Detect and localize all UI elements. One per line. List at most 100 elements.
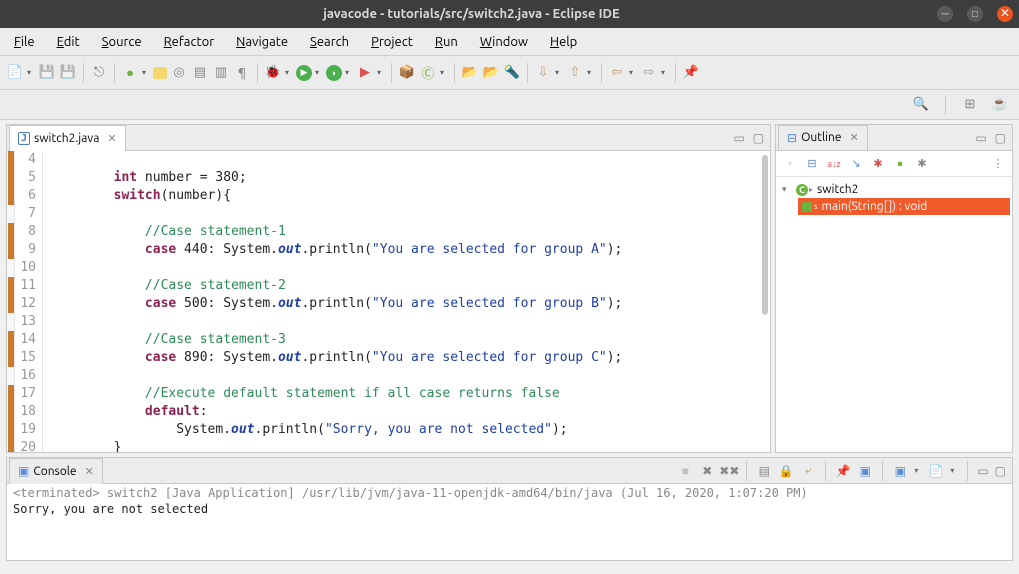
hide-nonpublic-icon[interactable]: ● [892,156,908,172]
close-button[interactable]: ✕ [997,6,1013,22]
maximize-pane-icon[interactable]: ▢ [995,464,1006,478]
new-class-icon[interactable]: Ⓒ [419,64,437,82]
maximize-pane-icon[interactable]: ▢ [995,131,1006,145]
dropdown-icon[interactable]: ▾ [345,68,353,77]
pilcrow-icon[interactable]: ¶ [233,64,251,82]
hide-fields-icon[interactable]: ↘ [848,156,864,172]
code-line[interactable] [51,151,770,169]
highlight-icon[interactable] [153,67,167,79]
link-icon[interactable]: ⎋ [90,64,108,82]
debug-icon[interactable]: 🐞 [264,64,282,82]
pin-console-icon[interactable]: 📌 [835,463,851,479]
search-icon[interactable]: 🔦 [503,64,521,82]
code-line[interactable]: //Execute default statement if all case … [51,385,770,403]
open-type-icon[interactable]: 📂 [461,64,479,82]
outline-class-node[interactable]: ▾ C ▸ switch2 [778,181,1010,198]
minimize-pane-icon[interactable]: ▭ [733,131,744,145]
console-body[interactable]: <terminated> switch2 [Java Application] … [7,484,1012,560]
menu-help[interactable]: Help [540,31,587,53]
code-line[interactable]: case 890: System.out.println("You are se… [51,349,770,367]
toggle-breakpoint-icon[interactable]: ● [121,64,139,82]
block-icon[interactable]: ▤ [191,64,209,82]
dropdown-icon[interactable]: ▾ [285,68,293,77]
terminate-icon[interactable]: ■ [677,463,693,479]
dropdown-icon[interactable]: ▾ [555,68,563,77]
code-line[interactable]: System.out.println("Sorry, you are not s… [51,421,770,439]
menu-file[interactable]: File [4,31,45,53]
save-icon[interactable]: 💾 [38,64,56,82]
code-line[interactable]: case 500: System.out.println("You are se… [51,295,770,313]
menu-navigate[interactable]: Navigate [226,31,298,53]
hide-local-icon[interactable]: ✱ [914,156,930,172]
new-icon[interactable]: 📄 [6,64,24,82]
code-line[interactable] [51,259,770,277]
scrollbar-thumb[interactable] [762,155,768,315]
dropdown-icon[interactable]: ▾ [629,68,637,77]
code-editor[interactable]: 456789101112131415161718192021 int numbe… [7,151,770,452]
run-icon[interactable]: ▶ [296,65,312,81]
code-line[interactable]: default: [51,403,770,421]
dropdown-icon[interactable]: ▾ [377,68,385,77]
next-annotation-icon[interactable]: ⇩ [534,64,552,82]
code-line[interactable] [51,205,770,223]
forward-icon[interactable]: ⇨ [640,64,658,82]
maximize-pane-icon[interactable]: ▢ [753,131,764,145]
menu-refactor[interactable]: Refactor [154,31,225,53]
menu-search[interactable]: Search [300,31,359,53]
outline-method-node[interactable]: s main(String[]) : void [798,198,1010,215]
maximize-button[interactable]: □ [967,6,983,22]
close-tab-icon[interactable]: ✕ [849,131,858,144]
code-line[interactable] [51,313,770,331]
minimize-button[interactable]: ─ [937,6,953,22]
code-line[interactable]: //Case statement-2 [51,277,770,295]
dropdown-icon[interactable]: ▾ [661,68,669,77]
pin-editor-icon[interactable]: 📌 [682,64,700,82]
clear-console-icon[interactable]: ▤ [756,463,772,479]
java-perspective-icon[interactable]: ☕ [991,96,1009,114]
menu-edit[interactable]: Edit [47,31,90,53]
code-line[interactable]: //Case statement-1 [51,223,770,241]
code-line[interactable]: int number = 380; [51,169,770,187]
menu-project[interactable]: Project [361,31,423,53]
editor-tab[interactable]: J switch2.java ✕ [9,125,126,151]
new-console-icon[interactable]: 📄 [928,463,944,479]
block2-icon[interactable]: ▥ [212,64,230,82]
code-line[interactable] [51,367,770,385]
coverage-icon[interactable]: ◗ [326,65,342,81]
close-tab-icon[interactable]: ✕ [85,465,94,478]
code-line[interactable]: case 440: System.out.println("You are se… [51,241,770,259]
expand-arrow-icon[interactable]: ▾ [782,184,792,195]
menu-window[interactable]: Window [470,31,538,53]
search-icon[interactable]: 🔍 [912,96,930,114]
minimize-pane-icon[interactable]: ▭ [977,464,988,478]
save-all-icon[interactable]: 💾 [59,64,77,82]
dropdown-icon[interactable]: ▾ [914,466,922,475]
remove-all-icon[interactable]: ✖✖ [721,463,737,479]
dropdown-icon[interactable]: ▾ [440,68,448,77]
open-perspective-icon[interactable]: ⊞ [961,96,979,114]
minimize-pane-icon[interactable]: ▭ [975,131,986,145]
sort-icon[interactable]: ⊟ [804,156,820,172]
close-tab-icon[interactable]: ✕ [107,132,116,145]
menu-source[interactable]: Source [92,31,152,53]
dropdown-icon[interactable]: ▾ [315,68,323,77]
scroll-lock-icon[interactable]: 🔒 [778,463,794,479]
dropdown-icon[interactable]: ▾ [587,68,595,77]
dropdown-icon[interactable]: ▾ [950,466,958,475]
hide-static-icon[interactable]: ✱ [870,156,886,172]
external-tools-icon[interactable]: ▶ [356,64,374,82]
back-icon[interactable]: ⇦ [608,64,626,82]
console-tab[interactable]: ▣ Console ✕ [9,458,103,484]
prev-annotation-icon[interactable]: ⇧ [566,64,584,82]
focus-icon[interactable]: ◦ [782,156,798,172]
new-package-icon[interactable]: 📦 [398,64,416,82]
outline-tab[interactable]: ⊟ Outline ✕ [778,125,868,151]
az-icon[interactable]: a↓z [826,156,842,172]
open-task-icon[interactable]: 📂 [482,64,500,82]
display-console-icon[interactable]: ▣ [857,463,873,479]
dropdown-icon[interactable]: ▾ [142,68,150,77]
code-line[interactable]: } [51,439,770,452]
remove-launch-icon[interactable]: ✖ [699,463,715,479]
word-wrap-icon[interactable]: ⤶ [800,463,816,479]
dropdown-icon[interactable]: ▾ [27,68,35,77]
